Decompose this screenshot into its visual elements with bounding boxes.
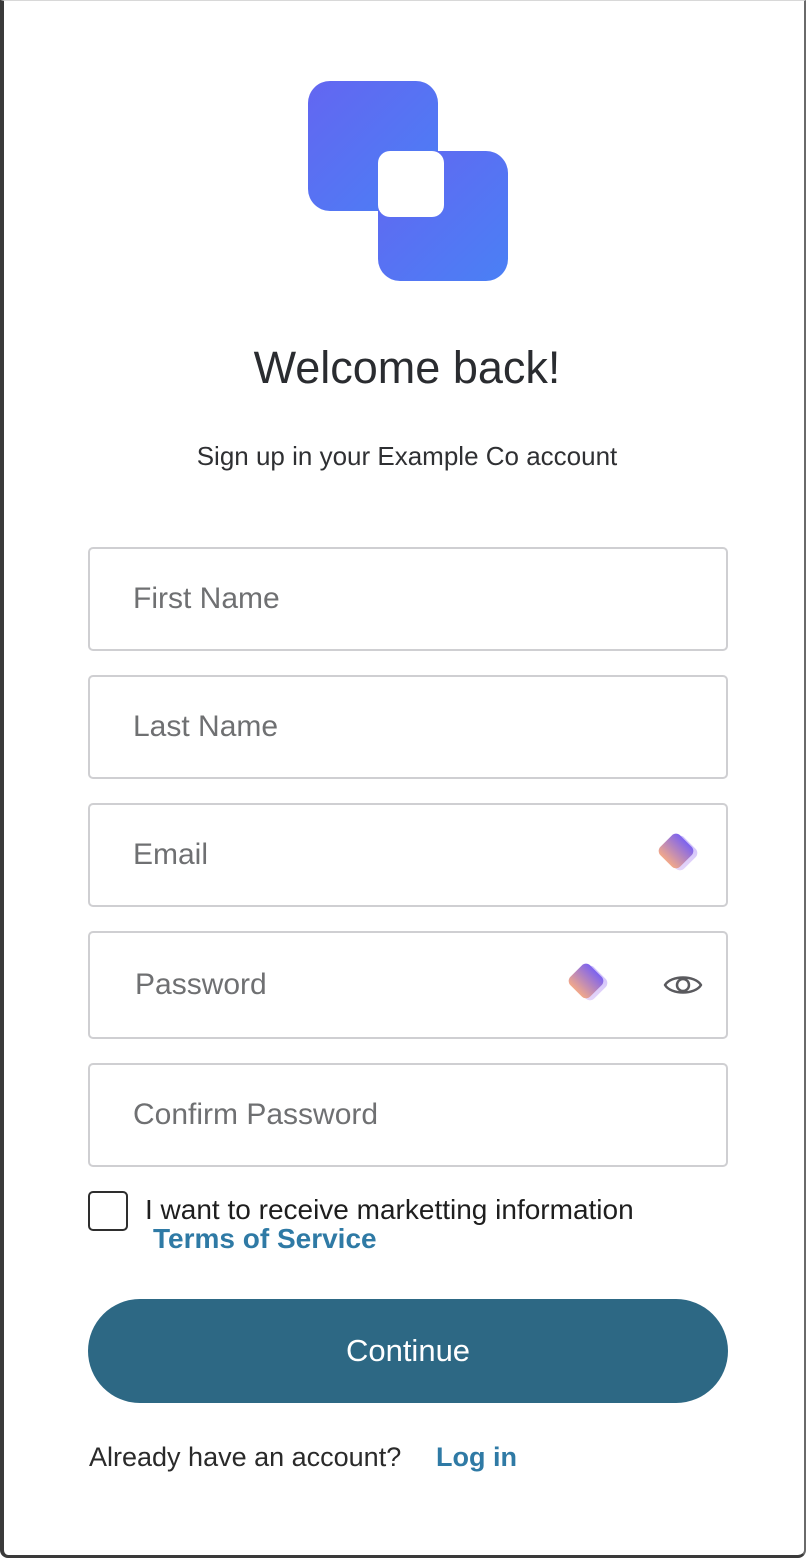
password-manager-icon[interactable] xyxy=(652,829,706,883)
email-field[interactable] xyxy=(88,803,728,907)
eye-icon[interactable] xyxy=(663,971,703,999)
continue-button[interactable]: Continue xyxy=(88,1299,728,1403)
last-name-field[interactable] xyxy=(88,675,728,779)
confirm-password-field[interactable] xyxy=(88,1063,728,1167)
marketing-checkbox[interactable] xyxy=(88,1191,128,1231)
page-subtitle: Sign up in your Example Co account xyxy=(196,441,618,471)
app-window: Welcome back! Sign up in your Example Co… xyxy=(0,0,806,1558)
password-manager-icon[interactable] xyxy=(562,959,616,1013)
brand-logo-icon xyxy=(308,81,508,281)
log-in-link[interactable]: Log in xyxy=(436,1440,517,1474)
email-input[interactable] xyxy=(133,805,573,905)
first-name-input[interactable] xyxy=(133,549,573,649)
first-name-field[interactable] xyxy=(88,547,728,651)
page-title: Welcome back! xyxy=(253,342,561,393)
last-name-input[interactable] xyxy=(133,677,573,777)
confirm-password-input[interactable] xyxy=(133,1065,573,1165)
password-field[interactable] xyxy=(88,931,728,1039)
terms-of-service-link[interactable]: Terms of Service xyxy=(153,1222,377,1256)
already-have-account-text: Already have an account? xyxy=(89,1442,402,1472)
password-input[interactable] xyxy=(135,933,575,1037)
